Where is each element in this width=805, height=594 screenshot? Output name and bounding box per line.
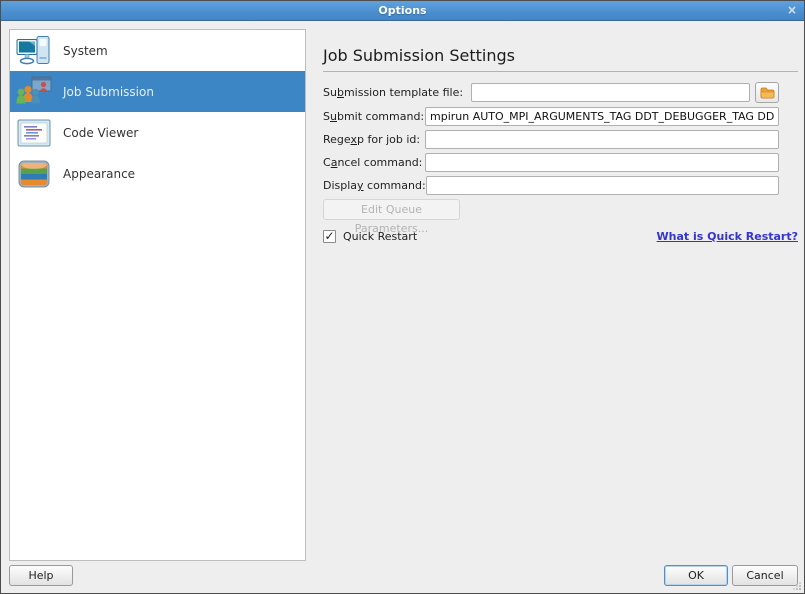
sidebar-item-job-submission[interactable]: Job Submission bbox=[10, 71, 305, 112]
form-rows: Submission template file: Submit command… bbox=[323, 82, 779, 195]
display-command-label: Display command: bbox=[323, 179, 426, 192]
options-dialog: Options × System bbox=[0, 0, 805, 594]
cancel-command-input[interactable] bbox=[425, 153, 779, 172]
titlebar[interactable]: Options × bbox=[1, 1, 804, 21]
ok-button[interactable]: OK bbox=[664, 565, 728, 586]
resize-grip[interactable] bbox=[792, 581, 801, 590]
job-submission-settings-panel: Job Submission Settings Submission templ… bbox=[323, 46, 798, 243]
edit-queue-parameters-button[interactable]: Edit Queue Parameters... bbox=[323, 199, 460, 220]
sidebar-item-label: Appearance bbox=[63, 167, 135, 181]
sidebar-item-appearance[interactable]: Appearance bbox=[10, 153, 305, 194]
submission-template-file-row: Submission template file: bbox=[323, 82, 779, 103]
sidebar-item-system[interactable]: System bbox=[10, 30, 305, 71]
sidebar-item-label: Job Submission bbox=[63, 85, 154, 99]
quick-restart-label[interactable]: Quick Restart bbox=[343, 230, 417, 243]
appearance-icon bbox=[16, 158, 52, 190]
display-command-input[interactable] bbox=[426, 176, 779, 195]
cancel-command-row: Cancel command: bbox=[323, 153, 779, 172]
cancel-button[interactable]: Cancel bbox=[732, 565, 798, 586]
what-is-quick-restart-link[interactable]: What is Quick Restart? bbox=[657, 230, 798, 243]
job-submission-icon bbox=[16, 76, 52, 108]
quick-restart-checkbox[interactable]: ✓ bbox=[323, 230, 336, 243]
checkmark-icon: ✓ bbox=[324, 231, 334, 241]
folder-icon bbox=[760, 87, 775, 99]
quick-restart-row: ✓ Quick Restart What is Quick Restart? bbox=[323, 230, 798, 243]
regexp-job-id-row: Regexp for job id: bbox=[323, 130, 779, 149]
submit-command-input[interactable] bbox=[425, 107, 779, 126]
window-title: Options bbox=[378, 4, 426, 17]
browse-button[interactable] bbox=[755, 82, 779, 103]
submission-template-file-input[interactable] bbox=[471, 83, 750, 102]
settings-category-list: System Job Submission bbox=[9, 29, 306, 561]
sidebar-item-label: System bbox=[63, 44, 108, 58]
page-title: Job Submission Settings bbox=[323, 46, 798, 65]
cancel-command-label: Cancel command: bbox=[323, 156, 425, 169]
sidebar-item-code-viewer[interactable]: Code Viewer bbox=[10, 112, 305, 153]
close-icon[interactable]: × bbox=[787, 4, 797, 16]
submit-command-label: Submit command: bbox=[323, 110, 425, 123]
code-viewer-icon bbox=[16, 117, 52, 149]
display-command-row: Display command: bbox=[323, 176, 779, 195]
regexp-job-id-label: Regexp for job id: bbox=[323, 133, 425, 146]
submission-template-file-label: Submission template file: bbox=[323, 86, 463, 99]
submit-command-row: Submit command: bbox=[323, 107, 779, 126]
regexp-job-id-input[interactable] bbox=[425, 130, 779, 149]
system-icon bbox=[16, 35, 52, 67]
heading-separator bbox=[323, 71, 798, 72]
help-button[interactable]: Help bbox=[9, 565, 73, 586]
sidebar-item-label: Code Viewer bbox=[63, 126, 138, 140]
